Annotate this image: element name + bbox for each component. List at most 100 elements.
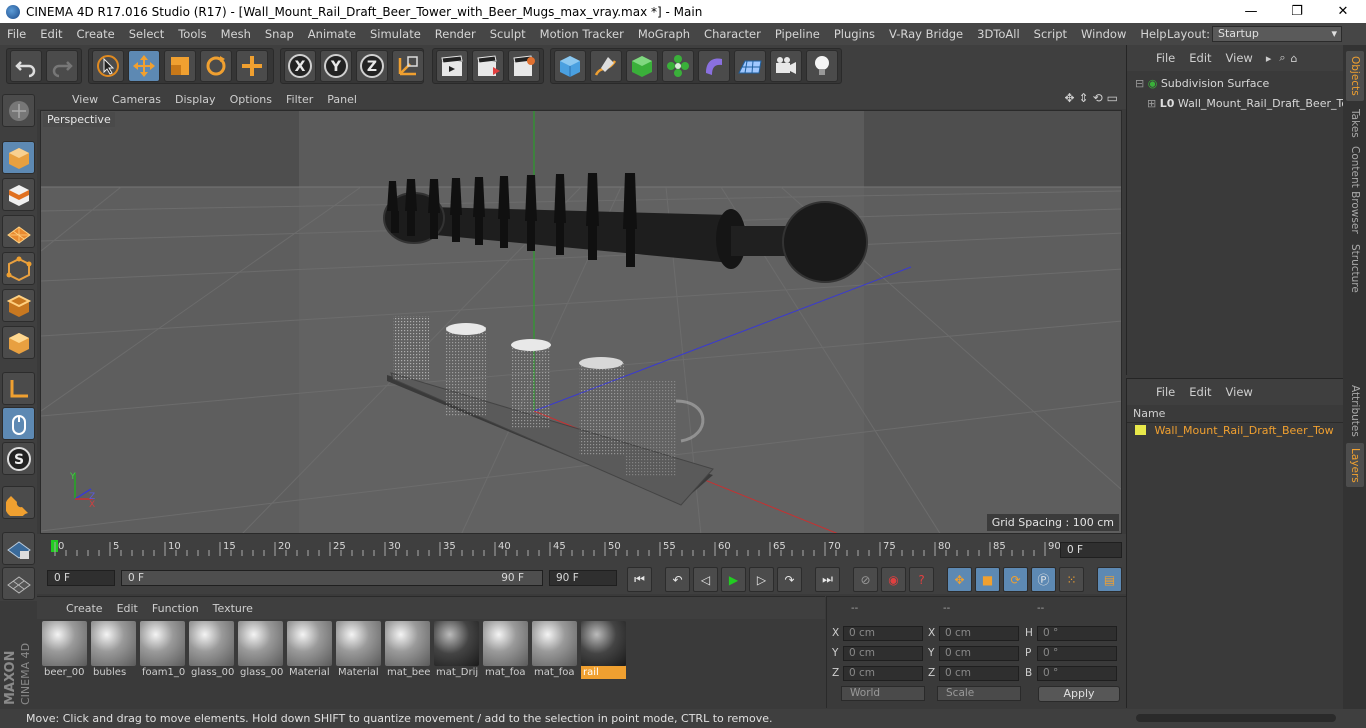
material-swatch[interactable]: beer_00 <box>42 621 87 679</box>
frame-range-slider[interactable]: 0 F 90 F <box>121 570 543 586</box>
layer-color-swatch[interactable] <box>1135 425 1146 435</box>
viewport-camera-label[interactable]: Perspective <box>43 112 115 127</box>
menu-create[interactable]: Create <box>70 23 122 45</box>
tab-structure[interactable]: Structure <box>1346 240 1364 296</box>
tweak-mode-button[interactable] <box>2 407 35 440</box>
material-swatch[interactable]: mat_foa <box>483 621 528 679</box>
menu-script[interactable]: Script <box>1027 23 1074 45</box>
menu-sculpt[interactable]: Sculpt <box>483 23 533 45</box>
menu-window[interactable]: Window <box>1074 23 1133 45</box>
timeline-ruler[interactable]: 0 5 10 15 20 25 30 35 40 45 50 55 60 65 70 75 80 85 90 0 F <box>37 534 1126 564</box>
y-axis-button[interactable]: Y <box>320 50 352 82</box>
end-frame-field[interactable]: 90 F <box>549 570 617 586</box>
objects-search-icon[interactable]: ⌕ <box>1279 51 1285 65</box>
render-picture-viewer-button[interactable] <box>472 50 504 82</box>
layers-menu-file[interactable]: File <box>1149 385 1182 399</box>
rotation-b-field[interactable]: 0 ° <box>1037 666 1117 681</box>
scale-tool-button[interactable] <box>164 50 196 82</box>
close-button[interactable]: ✕ <box>1320 0 1366 23</box>
minimize-button[interactable]: — <box>1228 0 1274 23</box>
key-parameter-button[interactable]: Ⓟ <box>1031 567 1056 592</box>
scale-dropdown[interactable]: Scale <box>937 686 1021 701</box>
tree-item-beer-tower[interactable]: ⊞ L0 Wall_Mount_Rail_Draft_Beer_Tow <box>1147 95 1357 113</box>
add-mograph-button[interactable] <box>662 50 694 82</box>
menu-mesh[interactable]: Mesh <box>214 23 258 45</box>
redo-button[interactable] <box>46 50 78 82</box>
add-light-button[interactable] <box>806 50 838 82</box>
material-swatch[interactable]: mat_bee <box>385 621 430 679</box>
menu-vray-bridge[interactable]: V-Ray Bridge <box>882 23 970 45</box>
previous-frame-button[interactable]: ◁ <box>693 567 718 592</box>
texture-mode-button[interactable] <box>2 178 35 211</box>
orbit-icon[interactable]: ⟲ <box>1093 91 1103 105</box>
perspective-viewport[interactable]: Y Z X Perspective Grid Spacing : 100 cm <box>40 110 1122 534</box>
menu-tools[interactable]: Tools <box>171 23 213 45</box>
add-deformer-button[interactable] <box>698 50 730 82</box>
material-swatch[interactable]: foam1_0 <box>140 621 185 679</box>
menu-render[interactable]: Render <box>428 23 483 45</box>
menu-animate[interactable]: Animate <box>301 23 363 45</box>
record-keys-button[interactable]: ⊘ <box>853 567 878 592</box>
make-editable-button[interactable] <box>2 94 35 127</box>
move-tool-button[interactable] <box>128 50 160 82</box>
viewport-menu-filter[interactable]: Filter <box>279 93 320 106</box>
material-swatch[interactable]: mat_Drij <box>434 621 479 679</box>
layout-select[interactable]: Startup <box>1212 26 1342 42</box>
key-rotation-button[interactable]: ⟳ <box>1003 567 1028 592</box>
tab-layers[interactable]: Layers <box>1346 443 1364 487</box>
material-swatch[interactable]: Material <box>287 621 332 679</box>
world-dropdown[interactable]: World <box>841 686 925 701</box>
position-y-field[interactable]: 0 cm <box>843 646 923 661</box>
material-swatch[interactable]: glass_00 <box>238 621 283 679</box>
material-menu-function[interactable]: Function <box>145 602 206 615</box>
current-frame-field[interactable]: 0 F <box>1060 542 1122 558</box>
objects-menu-file[interactable]: File <box>1149 51 1182 65</box>
viewport-menu-options[interactable]: Options <box>223 93 279 106</box>
start-frame-field[interactable]: 0 F <box>47 570 115 586</box>
material-menu-create[interactable]: Create <box>59 602 110 615</box>
apply-button[interactable]: Apply <box>1038 686 1120 702</box>
objects-more-icon[interactable]: ▸ <box>1266 52 1272 65</box>
size-x-field[interactable]: 0 cm <box>939 626 1019 641</box>
lock-workplane-button[interactable] <box>2 532 35 565</box>
add-scene-floor-button[interactable] <box>734 50 766 82</box>
previous-key-button[interactable]: ↶ <box>665 567 690 592</box>
menu-pipeline[interactable]: Pipeline <box>768 23 827 45</box>
magnet-tool-button[interactable] <box>2 486 35 519</box>
layers-menu-edit[interactable]: Edit <box>1182 385 1218 399</box>
layers-menu-view[interactable]: View <box>1219 385 1260 399</box>
material-swatch[interactable]: bubles <box>91 621 136 679</box>
key-scale-button[interactable]: ■ <box>975 567 1000 592</box>
add-generator-button[interactable] <box>626 50 658 82</box>
planar-workplane-button[interactable] <box>2 567 35 600</box>
tab-takes[interactable]: Takes <box>1346 105 1364 141</box>
menu-edit[interactable]: Edit <box>33 23 69 45</box>
tree-item-subdivision-surface[interactable]: ⊟ ◉ Subdivision Surface <box>1135 75 1269 93</box>
material-swatch[interactable]: mat_foa <box>532 621 577 679</box>
material-menu-edit[interactable]: Edit <box>110 602 145 615</box>
menu-select[interactable]: Select <box>122 23 171 45</box>
position-x-field[interactable]: 0 cm <box>843 626 923 641</box>
menu-motion-tracker[interactable]: Motion Tracker <box>533 23 631 45</box>
size-y-field[interactable]: 0 cm <box>939 646 1019 661</box>
layer-row[interactable]: Wall_Mount_Rail_Draft_Beer_Tow <box>1135 423 1334 439</box>
material-menu-texture[interactable]: Texture <box>206 602 260 615</box>
render-settings-button[interactable] <box>508 50 540 82</box>
maximize-button[interactable]: ❐ <box>1274 0 1320 23</box>
autokey-button[interactable]: ◉ <box>881 567 906 592</box>
model-mode-button[interactable] <box>2 141 35 174</box>
material-swatch[interactable]: Material <box>336 621 381 679</box>
pan-icon[interactable]: ✥ <box>1064 91 1074 105</box>
tree-expand-icon[interactable]: ⊞ <box>1147 97 1156 110</box>
size-z-field[interactable]: 0 cm <box>939 666 1019 681</box>
timeline-window-button[interactable]: ▤ <box>1097 567 1122 592</box>
dolly-icon[interactable]: ⇕ <box>1079 91 1089 105</box>
coordinate-system-button[interactable] <box>392 50 424 82</box>
snap-button[interactable]: S <box>2 442 35 475</box>
rotate-tool-button[interactable] <box>200 50 232 82</box>
key-position-button[interactable]: ✥ <box>947 567 972 592</box>
edges-mode-button[interactable] <box>2 289 35 322</box>
horizontal-scrollbar[interactable] <box>1136 714 1336 722</box>
viewport-menu-cameras[interactable]: Cameras <box>105 93 168 106</box>
z-axis-button[interactable]: Z <box>356 50 388 82</box>
